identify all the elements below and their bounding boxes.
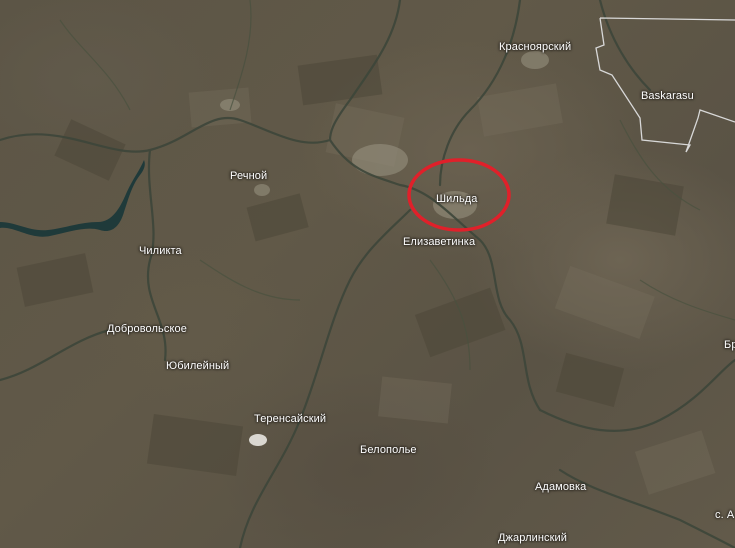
highlight-circle xyxy=(407,158,511,232)
place-label-chilikta[interactable]: Чиликта xyxy=(139,245,182,257)
place-label-dobrovolskoe[interactable]: Добровольское xyxy=(107,323,187,335)
place-label-edge-br[interactable]: Бр xyxy=(724,339,735,351)
place-label-dzharlinsky[interactable]: Джарлинский xyxy=(498,532,567,544)
place-label-adamovka[interactable]: Адамовка xyxy=(535,481,586,493)
place-label-krasnoyarsky[interactable]: Красноярский xyxy=(499,41,571,53)
place-label-baskarasu[interactable]: Baskarasu xyxy=(641,90,694,102)
place-label-rechnoy[interactable]: Речной xyxy=(230,170,267,182)
place-label-yubileyny[interactable]: Юбилейный xyxy=(166,360,229,372)
place-label-elizavetinka[interactable]: Елизаветинка xyxy=(403,236,475,248)
place-label-edge-sa[interactable]: с. А xyxy=(715,509,734,521)
place-label-belopolye[interactable]: Белополье xyxy=(360,444,417,456)
place-label-shilda[interactable]: Шильда xyxy=(436,193,478,205)
satellite-map[interactable]: Красноярский Baskarasu Речной Шильда Ели… xyxy=(0,0,735,548)
place-label-terensaysky[interactable]: Теренсайский xyxy=(254,413,326,425)
